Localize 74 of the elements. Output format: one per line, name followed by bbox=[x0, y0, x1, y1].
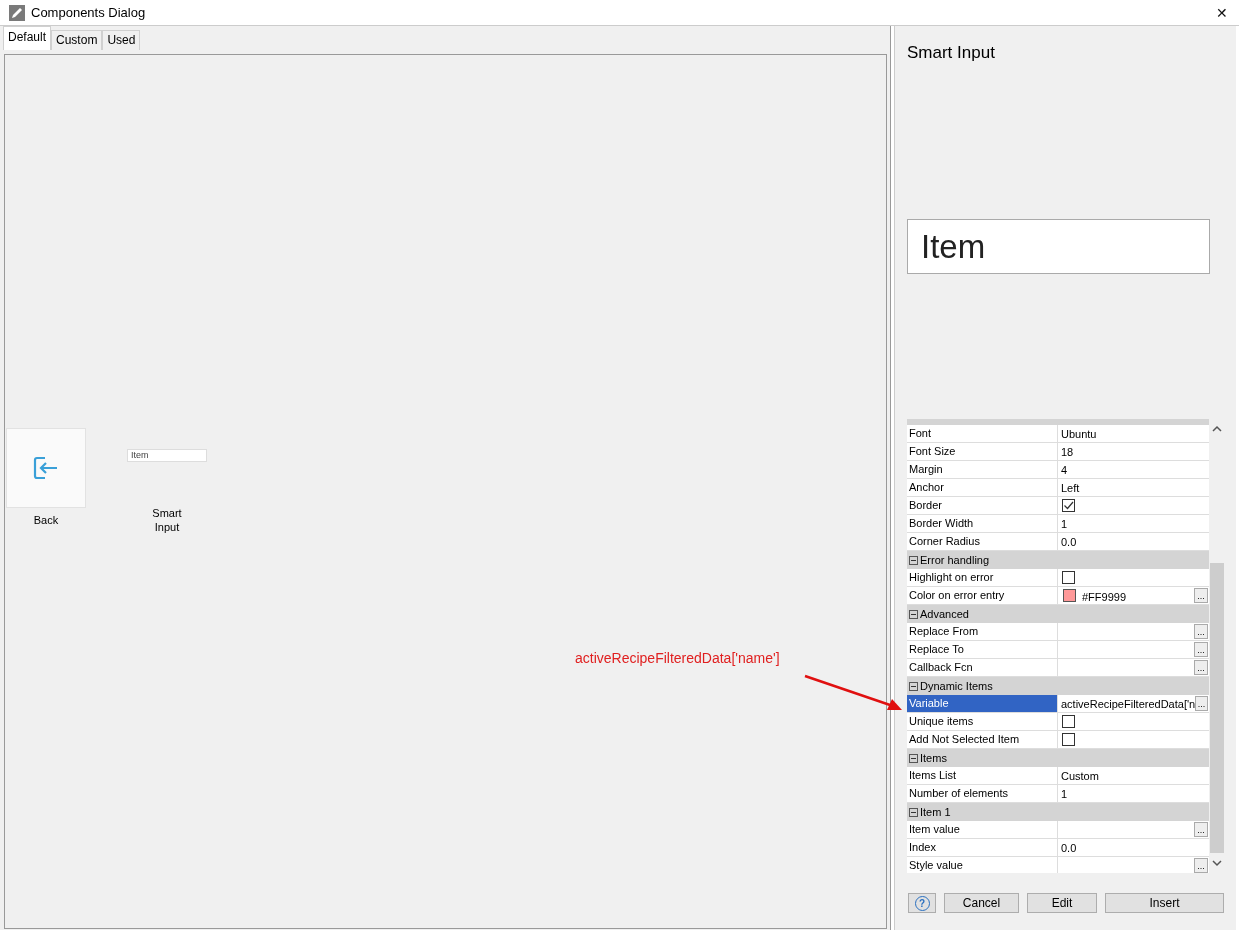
section-header: Advanced bbox=[920, 608, 969, 620]
checkbox[interactable] bbox=[1062, 499, 1075, 512]
ellipsis-button[interactable]: ... bbox=[1194, 660, 1208, 675]
tab[interactable]: Default bbox=[3, 26, 52, 50]
property-name[interactable]: Border bbox=[907, 497, 1058, 514]
tab[interactable]: Used bbox=[102, 30, 141, 50]
checkbox[interactable] bbox=[1062, 733, 1075, 746]
ellipsis-button[interactable]: ... bbox=[1194, 858, 1208, 873]
dialog-button[interactable]: Cancel bbox=[944, 893, 1019, 913]
property-value[interactable]: 0.0 bbox=[1061, 533, 1077, 550]
property-value[interactable]: 4 bbox=[1061, 461, 1068, 478]
property-value[interactable]: activeRecipeFilteredData['n bbox=[1061, 695, 1196, 712]
scroll-thumb[interactable] bbox=[1210, 563, 1224, 853]
exit-arrow-icon bbox=[33, 456, 59, 480]
property-name[interactable]: Add Not Selected Item bbox=[907, 731, 1058, 748]
ellipsis-button[interactable]: ... bbox=[1194, 642, 1208, 657]
component-label: Back bbox=[32, 513, 60, 527]
property-value[interactable]: 1 bbox=[1061, 515, 1068, 532]
property-name[interactable]: Corner Radius bbox=[907, 533, 1058, 550]
close-button[interactable]: ✕ bbox=[1205, 0, 1239, 25]
collapse-icon[interactable] bbox=[909, 681, 918, 691]
dialog-button[interactable]: Edit bbox=[1027, 893, 1097, 913]
ellipsis-button[interactable]: ... bbox=[1194, 624, 1208, 639]
property-value[interactable]: 0.0 bbox=[1061, 839, 1077, 856]
ellipsis-button[interactable]: ... bbox=[1194, 588, 1208, 603]
property-name[interactable]: Anchor bbox=[907, 479, 1058, 496]
property-value[interactable]: Ubuntu bbox=[1061, 425, 1097, 442]
help-button[interactable]: ? bbox=[908, 893, 936, 913]
annotation-text: activeRecipeFilteredData['name'] bbox=[575, 650, 780, 666]
ellipsis-button[interactable]: ... bbox=[1195, 696, 1208, 711]
property-name[interactable]: Font bbox=[907, 425, 1058, 442]
section-header: Item 1 bbox=[920, 806, 951, 818]
section-header: Dynamic Items bbox=[920, 680, 993, 692]
collapse-icon[interactable] bbox=[909, 807, 918, 817]
property-value[interactable]: 1 bbox=[1061, 785, 1068, 802]
checkbox[interactable] bbox=[1062, 571, 1075, 584]
property-name[interactable]: Highlight on error bbox=[907, 569, 1058, 586]
property-value[interactable]: Custom bbox=[1061, 767, 1099, 784]
pencil-icon bbox=[9, 4, 25, 21]
component-tile[interactable] bbox=[6, 428, 86, 508]
property-name[interactable]: Replace To bbox=[907, 641, 1058, 658]
input-preview: Item bbox=[907, 219, 1210, 274]
property-value[interactable]: Left bbox=[1061, 479, 1080, 496]
scroll-up-icon[interactable] bbox=[1212, 425, 1222, 433]
input-preview[interactable]: Item bbox=[127, 448, 207, 462]
property-value[interactable]: 18 bbox=[1061, 443, 1074, 460]
property-name[interactable]: Color on error entry bbox=[907, 587, 1058, 604]
property-name[interactable]: Variable bbox=[907, 695, 1058, 712]
collapse-icon[interactable] bbox=[909, 555, 918, 565]
window-title: Components Dialog bbox=[31, 5, 146, 20]
component-title: Smart Input bbox=[907, 43, 996, 64]
property-name[interactable]: Items List bbox=[907, 767, 1058, 784]
property-name[interactable]: Callback Fcn bbox=[907, 659, 1058, 676]
dialog-button[interactable]: Insert bbox=[1105, 893, 1224, 913]
property-name[interactable]: Font Size bbox=[907, 443, 1058, 460]
scroll-down-icon[interactable] bbox=[1212, 859, 1222, 867]
property-name[interactable]: Unique items bbox=[907, 713, 1058, 730]
component-label: Smart Input bbox=[152, 506, 182, 534]
section-header: Items bbox=[920, 752, 947, 764]
property-name[interactable]: Style value bbox=[907, 857, 1058, 873]
property-name[interactable]: Border Width bbox=[907, 515, 1058, 532]
collapse-icon[interactable] bbox=[909, 753, 918, 763]
property-name[interactable]: Margin bbox=[907, 461, 1058, 478]
color-swatch[interactable] bbox=[1063, 589, 1076, 602]
property-value[interactable]: #FF9999 bbox=[1082, 587, 1127, 604]
section-header: Error handling bbox=[920, 554, 990, 566]
ellipsis-button[interactable]: ... bbox=[1194, 822, 1208, 837]
property-name[interactable]: Index bbox=[907, 839, 1058, 856]
checkbox[interactable] bbox=[1062, 715, 1075, 728]
collapse-icon[interactable] bbox=[909, 609, 918, 619]
property-name[interactable]: Replace From bbox=[907, 623, 1058, 640]
property-name[interactable]: Number of elements bbox=[907, 785, 1058, 802]
property-name[interactable]: Item value bbox=[907, 821, 1058, 838]
tab[interactable]: Custom bbox=[51, 30, 103, 50]
